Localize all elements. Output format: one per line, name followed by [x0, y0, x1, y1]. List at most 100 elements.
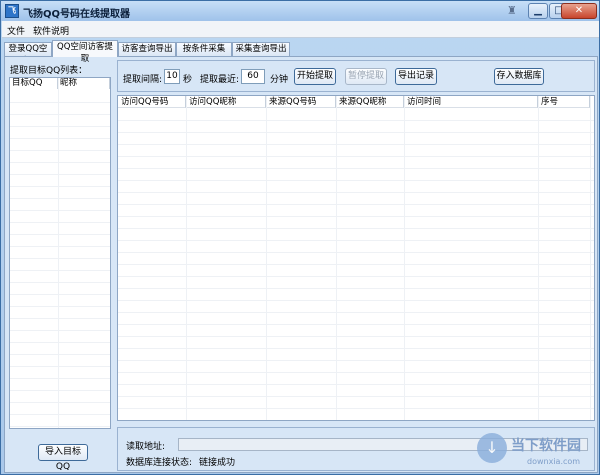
tab-login-qzone[interactable]: 登录QQ空间 — [4, 42, 52, 66]
grid-line — [118, 312, 594, 313]
grid-line — [118, 336, 594, 337]
grid-line — [10, 402, 110, 403]
grid-line — [10, 138, 110, 139]
grid-line — [10, 246, 110, 247]
import-target-qq-button[interactable]: 导入目标QQ — [38, 444, 88, 472]
grid-line — [10, 282, 110, 283]
grid-line — [10, 210, 110, 211]
grid-line — [118, 216, 594, 217]
column-header-source-qq[interactable]: 来源QQ号码 — [266, 96, 336, 108]
grid-line — [10, 258, 110, 259]
grid-line — [10, 222, 110, 223]
target-qq-list[interactable]: 目标QQ 昵称 — [9, 77, 111, 429]
grid-line — [10, 318, 110, 319]
minimize-button[interactable]: ▁ — [528, 3, 548, 19]
save-to-database-button[interactable]: 存入数据库 — [494, 68, 544, 85]
grid-line — [118, 144, 594, 145]
grid-line — [10, 426, 110, 427]
grid-line — [118, 204, 594, 205]
grid-line — [10, 414, 110, 415]
interval-input[interactable]: 10 — [164, 69, 180, 84]
grid-line — [118, 360, 594, 361]
grid-line — [118, 408, 594, 409]
column-header-source-nickname[interactable]: 来源QQ昵称 — [336, 96, 404, 108]
grid-line — [10, 354, 110, 355]
visitor-table[interactable]: 访问QQ号码 访问QQ昵称 来源QQ号码 来源QQ昵称 访问时间 序号 — [117, 95, 595, 421]
grid-line — [10, 198, 110, 199]
grid-column-line — [538, 96, 539, 420]
column-header-index[interactable]: 序号 — [538, 96, 590, 108]
db-status-label: 数据库连接状态: — [126, 458, 193, 468]
grid-line — [10, 174, 110, 175]
grid-line — [118, 192, 594, 193]
column-header-visit-time[interactable]: 访问时间 — [404, 96, 538, 108]
column-header-visitor-nickname[interactable]: 访问QQ昵称 — [186, 96, 266, 108]
grid-line — [118, 288, 594, 289]
read-address-label: 读取地址: — [126, 442, 166, 452]
grid-line — [10, 378, 110, 379]
watermark-sub: downxia.com — [527, 457, 581, 466]
title-bar: 飞 飞扬QQ号码在线提取器 ♜ ▁ □ ✕ — [1, 1, 599, 21]
column-header-visitor-qq[interactable]: 访问QQ号码 — [118, 96, 186, 108]
menu-bar: 文件 软件说明 — [2, 21, 599, 38]
grid-line — [118, 180, 594, 181]
grid-line — [10, 330, 110, 331]
menu-file[interactable]: 文件 — [7, 24, 25, 37]
grid-column-line — [266, 96, 267, 420]
start-extract-button[interactable]: 开始提取 — [294, 68, 336, 85]
watermark-text: 当下软件园 — [511, 438, 581, 454]
grid-column-line — [186, 96, 187, 420]
export-records-button[interactable]: 导出记录 — [395, 68, 437, 85]
grid-column-line — [58, 78, 59, 428]
grid-line — [10, 114, 110, 115]
grid-line — [118, 276, 594, 277]
watermark-logo: ↓ 当下软件园 downxia.com — [477, 433, 597, 471]
interval-unit: 秒 — [183, 75, 193, 85]
grid-line — [10, 306, 110, 307]
grid-line — [118, 156, 594, 157]
close-button[interactable]: ✕ — [561, 3, 597, 19]
column-header-nickname[interactable]: 昵称 — [58, 78, 110, 89]
column-header-target-qq[interactable]: 目标QQ — [10, 78, 58, 89]
grid-line — [118, 324, 594, 325]
grid-line — [118, 168, 594, 169]
target-list-label: 提取目标QQ列表： — [10, 66, 88, 76]
recent-unit: 分钟 — [270, 75, 289, 85]
grid-line — [118, 228, 594, 229]
grid-line — [118, 396, 594, 397]
recent-input[interactable]: 60 — [241, 69, 265, 84]
grid-line — [10, 126, 110, 127]
grid-line — [118, 252, 594, 253]
recent-label: 提取最近: — [200, 75, 240, 85]
skin-icon[interactable]: ♜ — [507, 5, 519, 17]
grid-line — [118, 240, 594, 241]
window-title: 飞扬QQ号码在线提取器 — [23, 9, 131, 20]
grid-line — [10, 186, 110, 187]
tab-visitor-export[interactable]: 访客查询导出 — [118, 42, 176, 56]
grid-line — [10, 234, 110, 235]
grid-line — [118, 372, 594, 373]
grid-line — [118, 348, 594, 349]
grid-line — [118, 264, 594, 265]
grid-line — [10, 162, 110, 163]
app-window: 飞 飞扬QQ号码在线提取器 ♜ ▁ □ ✕ 文件 软件说明 登录QQ空间 QQ空… — [0, 0, 600, 475]
grid-line — [10, 366, 110, 367]
tab-visitor-extract[interactable]: QQ空间访客提取 — [52, 40, 118, 64]
tab-collect-export[interactable]: 采集查询导出 — [232, 42, 290, 56]
download-icon: ↓ — [477, 433, 507, 463]
tab-strip: 登录QQ空间 QQ空间访客提取 访客查询导出 按条件采集QQ 采集查询导出 — [2, 39, 599, 66]
tab-collect-by-condition[interactable]: 按条件采集QQ — [176, 42, 232, 66]
grid-line — [10, 342, 110, 343]
grid-line — [10, 390, 110, 391]
grid-line — [10, 294, 110, 295]
grid-line — [118, 300, 594, 301]
extract-toolbar: 提取间隔: 10 秒 提取最近: 60 分钟 开始提取 暂停提取 导出记录 存入… — [117, 60, 595, 92]
grid-column-line — [590, 96, 591, 420]
grid-line — [10, 150, 110, 151]
grid-line — [118, 132, 594, 133]
db-status-value: 链接成功 — [199, 458, 236, 468]
grid-line — [118, 384, 594, 385]
menu-help[interactable]: 软件说明 — [33, 24, 69, 37]
tab-panel: 提取目标QQ列表： 目标QQ 昵称 导入目标QQ 提取间隔: 10 秒 提取最近… — [4, 56, 598, 473]
pause-extract-button[interactable]: 暂停提取 — [345, 68, 387, 85]
